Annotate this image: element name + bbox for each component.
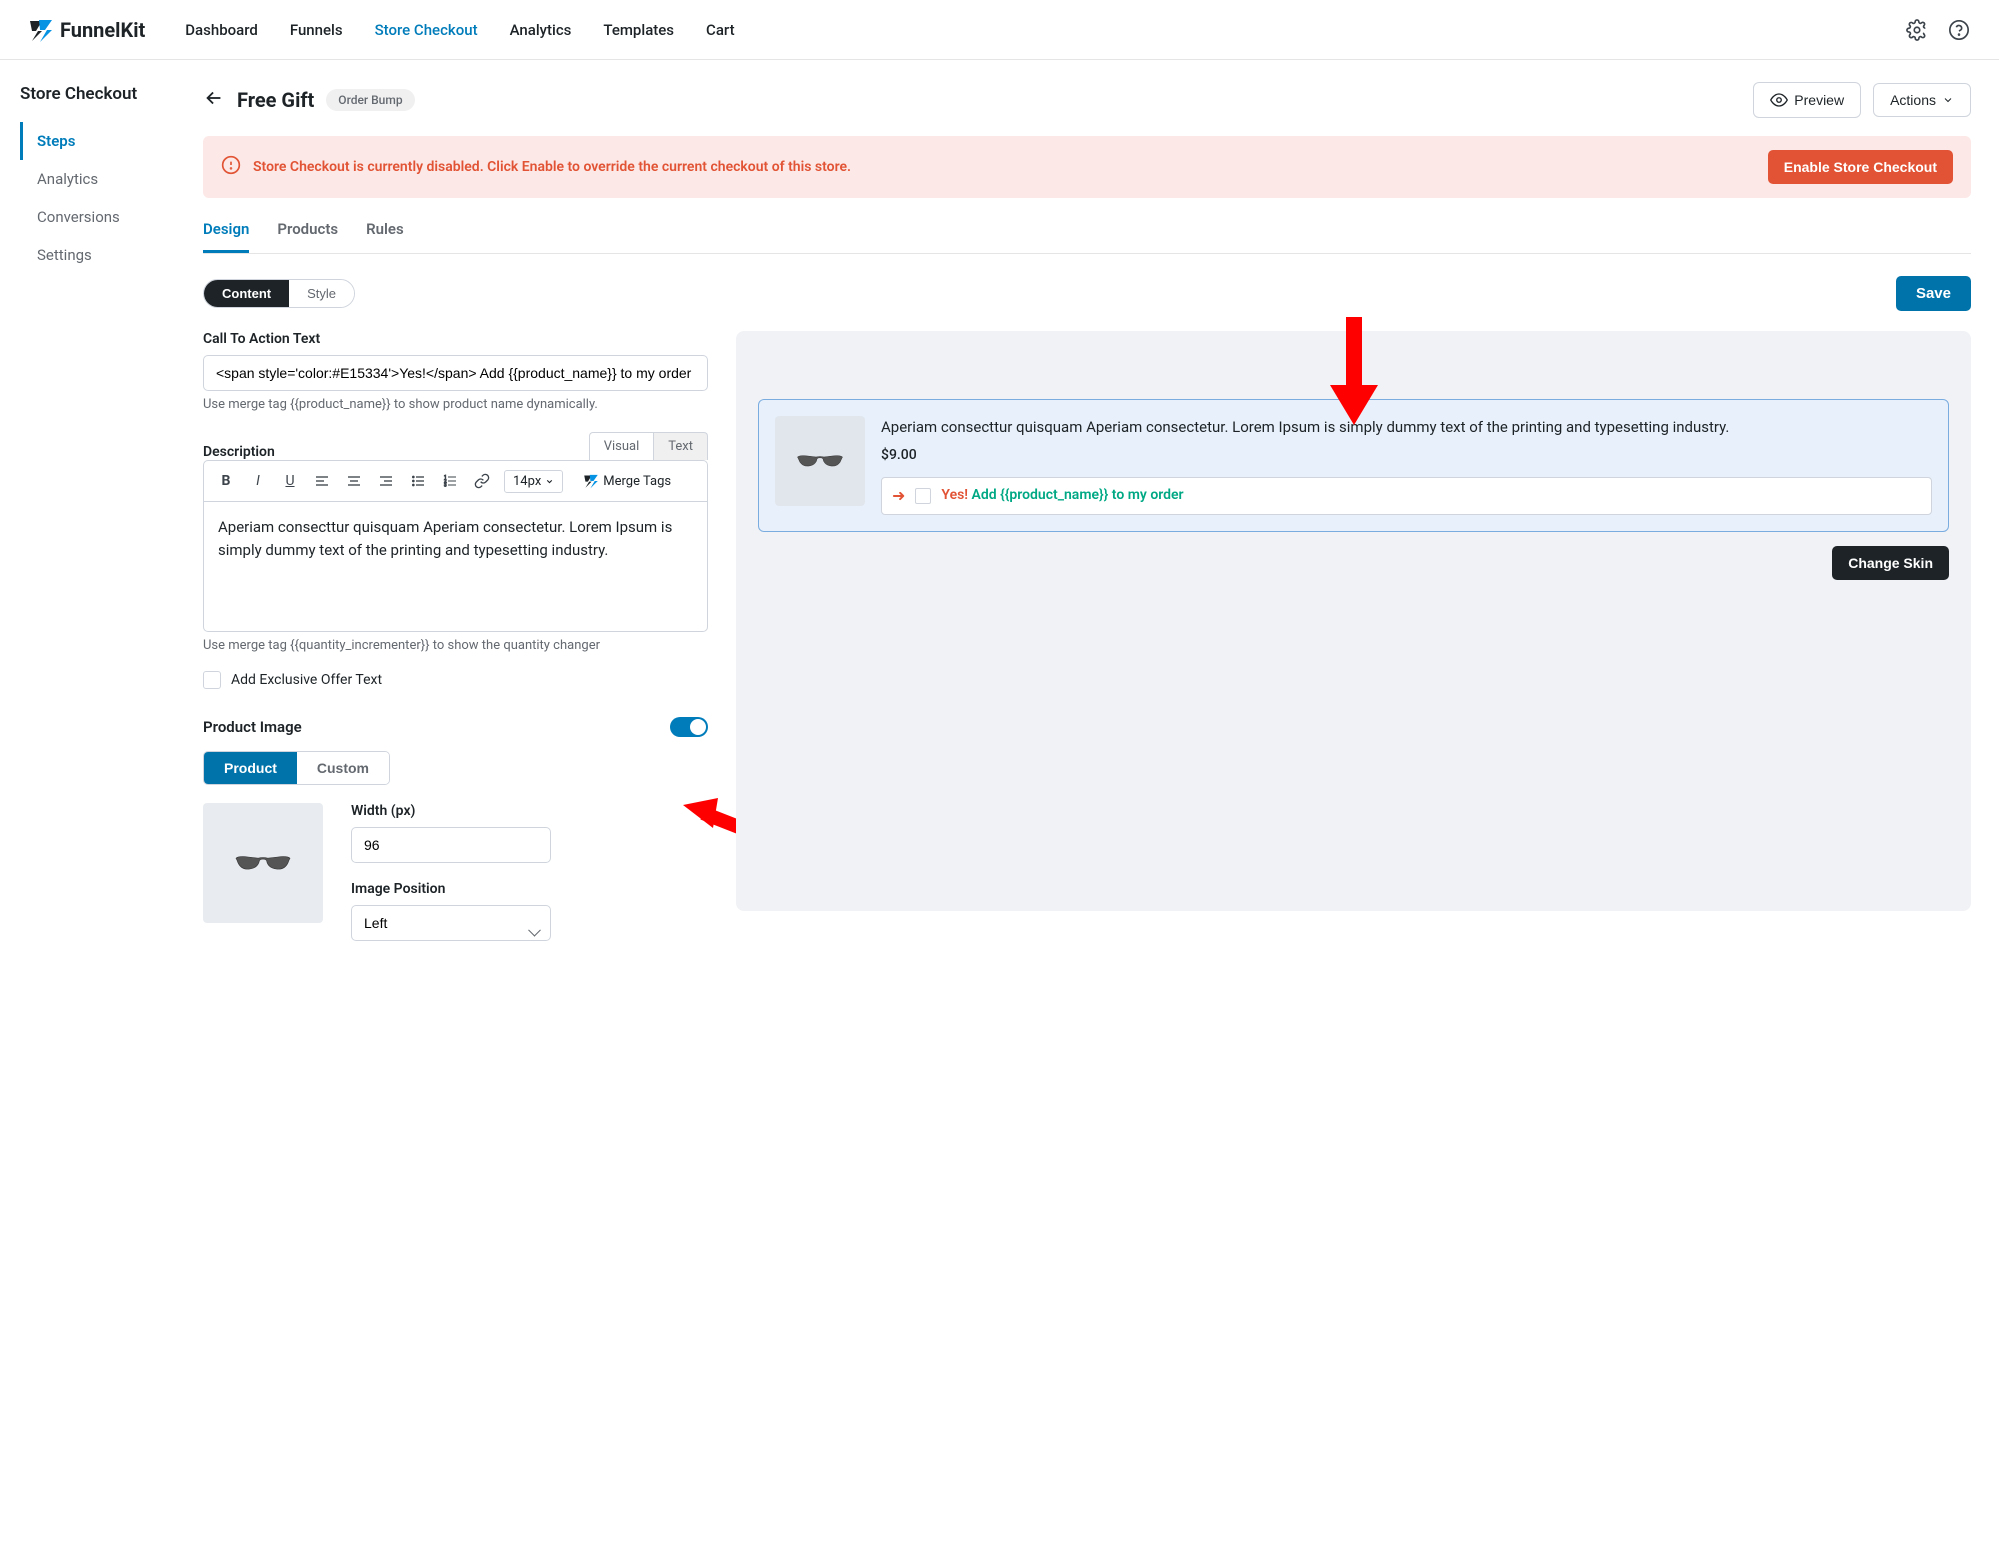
nav-analytics[interactable]: Analytics xyxy=(510,21,572,39)
width-label: Width (px) xyxy=(351,803,708,819)
sidebar-title: Store Checkout xyxy=(20,84,175,104)
eye-icon xyxy=(1770,91,1788,109)
link-icon[interactable] xyxy=(468,467,496,495)
cta-label: Call To Action Text xyxy=(203,331,708,347)
sidebar: Store Checkout Steps Analytics Conversio… xyxy=(0,60,175,999)
page-header: Free Gift Order Bump Preview Actions xyxy=(203,82,1971,118)
nav-templates[interactable]: Templates xyxy=(603,21,674,39)
preview-button[interactable]: Preview xyxy=(1753,82,1861,118)
tab-design[interactable]: Design xyxy=(203,220,249,253)
logo: FunnelKit xyxy=(28,17,145,43)
description-editor[interactable]: Aperiam consecttur quisquam Aperiam cons… xyxy=(203,502,708,632)
preview-card: Aperiam consecttur quisquam Aperiam cons… xyxy=(758,399,1949,532)
sunglasses-icon xyxy=(233,851,293,875)
main: Free Gift Order Bump Preview Actions Sto… xyxy=(175,60,1999,999)
underline-icon[interactable]: U xyxy=(276,467,304,495)
product-image-toggle[interactable] xyxy=(670,717,708,737)
alert-banner: Store Checkout is currently disabled. Cl… xyxy=(203,136,1971,198)
brand-name: FunnelKit xyxy=(60,18,145,42)
alert-icon xyxy=(221,155,241,179)
sidebar-item-conversions[interactable]: Conversions xyxy=(20,198,175,236)
preview-cta-checkbox[interactable] xyxy=(915,488,931,504)
desc-help: Use merge tag {{quantity_incrementer}} t… xyxy=(203,638,708,653)
list-ul-icon[interactable] xyxy=(404,467,432,495)
actions-button[interactable]: Actions xyxy=(1873,83,1971,117)
arrow-right-icon: ➜ xyxy=(892,486,905,507)
save-button[interactable]: Save xyxy=(1896,276,1971,311)
sidebar-item-analytics[interactable]: Analytics xyxy=(20,160,175,198)
desc-tab-visual[interactable]: Visual xyxy=(589,432,655,460)
chevron-down-icon xyxy=(1942,94,1954,106)
back-icon[interactable] xyxy=(203,87,225,113)
nav-dashboard[interactable]: Dashboard xyxy=(185,21,258,39)
segment-product[interactable]: Product xyxy=(204,752,297,784)
change-skin-button[interactable]: Change Skin xyxy=(1832,546,1949,580)
preview-column: Aperiam consecttur quisquam Aperiam cons… xyxy=(736,331,1971,911)
tab-rules[interactable]: Rules xyxy=(366,220,404,253)
preview-image xyxy=(775,416,865,506)
merge-tags-button[interactable]: Merge Tags xyxy=(573,469,681,493)
logo-icon xyxy=(28,17,54,43)
exclusive-offer-row[interactable]: Add Exclusive Offer Text xyxy=(203,671,708,689)
top-nav: Dashboard Funnels Store Checkout Analyti… xyxy=(185,21,1905,39)
page-title: Free Gift xyxy=(237,88,314,112)
exclusive-label: Add Exclusive Offer Text xyxy=(231,672,382,688)
width-input[interactable] xyxy=(351,827,551,863)
alert-text: Store Checkout is currently disabled. Cl… xyxy=(253,159,1756,175)
product-thumbnail[interactable] xyxy=(203,803,323,923)
sunglasses-icon xyxy=(795,451,845,471)
segment-custom[interactable]: Custom xyxy=(297,752,389,784)
position-select[interactable] xyxy=(351,905,551,941)
preview-panel: Aperiam consecttur quisquam Aperiam cons… xyxy=(736,331,1971,911)
main-tabs: Design Products Rules xyxy=(203,220,1971,254)
align-left-icon[interactable] xyxy=(308,467,336,495)
align-center-icon[interactable] xyxy=(340,467,368,495)
product-image-title: Product Image xyxy=(203,718,302,736)
desc-tab-text[interactable]: Text xyxy=(654,432,708,460)
segment-style[interactable]: Style xyxy=(289,280,354,307)
actions-button-label: Actions xyxy=(1890,92,1936,108)
cta-input[interactable] xyxy=(203,355,708,391)
tab-products[interactable]: Products xyxy=(277,220,338,253)
editor-toolbar: B I U 123 14px Merge Tags xyxy=(203,460,708,502)
settings-icon[interactable] xyxy=(1905,18,1929,42)
merge-tags-icon xyxy=(583,473,599,489)
nav-cart[interactable]: Cart xyxy=(706,21,735,39)
list-ol-icon[interactable]: 123 xyxy=(436,467,464,495)
position-label: Image Position xyxy=(351,881,708,897)
help-icon[interactable] xyxy=(1947,18,1971,42)
exclusive-checkbox[interactable] xyxy=(203,671,221,689)
content-style-segment: Content Style xyxy=(203,279,355,308)
font-size-select[interactable]: 14px xyxy=(504,470,563,493)
preview-price: $9.00 xyxy=(881,447,1932,463)
page-badge: Order Bump xyxy=(326,89,414,111)
nav-store-checkout[interactable]: Store Checkout xyxy=(375,21,478,39)
align-right-icon[interactable] xyxy=(372,467,400,495)
sidebar-item-settings[interactable]: Settings xyxy=(20,236,175,274)
italic-icon[interactable]: I xyxy=(244,467,272,495)
preview-button-label: Preview xyxy=(1794,92,1844,108)
preview-description: Aperiam consecttur quisquam Aperiam cons… xyxy=(881,416,1932,439)
image-source-segment: Product Custom xyxy=(203,751,390,785)
top-bar: FunnelKit Dashboard Funnels Store Checko… xyxy=(0,0,1999,60)
cta-help: Use merge tag {{product_name}} to show p… xyxy=(203,397,708,412)
form-column: Call To Action Text Use merge tag {{prod… xyxy=(203,331,708,959)
bold-icon[interactable]: B xyxy=(212,467,240,495)
enable-checkout-button[interactable]: Enable Store Checkout xyxy=(1768,150,1953,184)
svg-text:3: 3 xyxy=(444,482,447,488)
sidebar-item-steps[interactable]: Steps xyxy=(20,122,175,160)
preview-cta-row[interactable]: ➜ Yes! Add {{product_name}} to my order xyxy=(881,477,1932,516)
nav-funnels[interactable]: Funnels xyxy=(290,21,343,39)
desc-label: Description xyxy=(203,444,275,460)
preview-cta-text: Yes! Add {{product_name}} to my order xyxy=(941,486,1183,506)
segment-content[interactable]: Content xyxy=(204,280,289,307)
